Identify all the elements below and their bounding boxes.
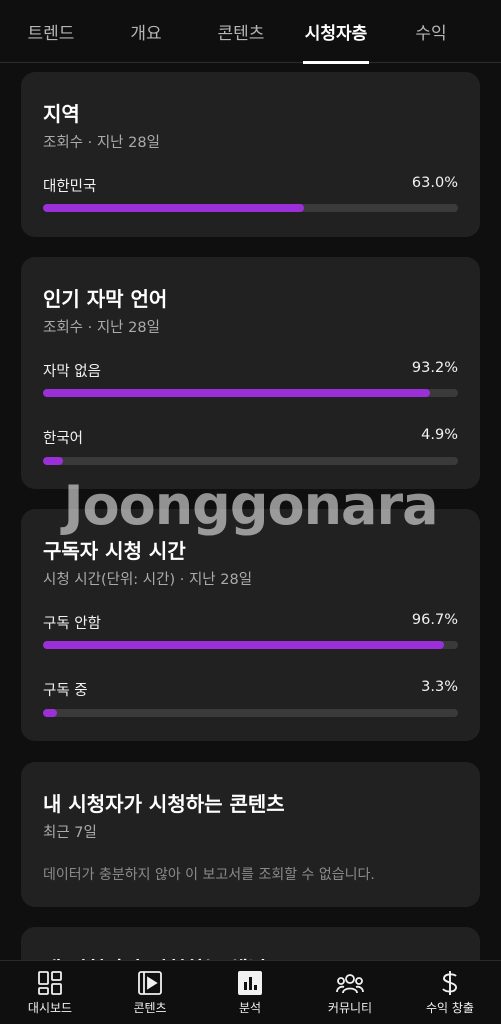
row-label: 구독 안함 [43, 616, 101, 632]
row-value: 4.9% [421, 427, 458, 443]
nav-label: 커뮤니티 [327, 1001, 373, 1015]
progress-fill [43, 641, 445, 649]
card-subtitle: 최근 7일 [43, 825, 97, 841]
tab-label: 콘텐츠 [217, 24, 265, 44]
tab-revenue[interactable]: 수익 [392, 0, 470, 63]
audience-content-card[interactable]: 내 시청자가 시청하는 콘텐츠 최근 7일 데이터가 충분하지 않아 이 보고서… [21, 762, 480, 907]
nav-label: 수익 창출 [426, 1001, 474, 1015]
progress-fill [43, 457, 64, 465]
card-subtitle: 시청 시간(단위: 시간) · 지난 28일 [43, 572, 253, 588]
tab-audience[interactable]: 시청자층 [303, 0, 369, 64]
analytics-icon [236, 970, 264, 996]
nav-dashboard[interactable]: 대시보드 [0, 961, 100, 1024]
progress-fill [43, 204, 305, 212]
tab-label: 수익 [415, 24, 447, 44]
nav-label: 분석 [238, 1001, 262, 1015]
tab-trends[interactable]: 트렌드 [0, 0, 102, 63]
content-icon [136, 970, 164, 996]
progress-fill [43, 709, 57, 717]
nav-label: 대시보드 [27, 1001, 73, 1015]
analytics-page: 트렌드 개요 콘텐츠 시청자층 수익 지역 조회수 · 지난 28일 대한민국 … [0, 0, 501, 1024]
dashboard-icon [36, 970, 64, 996]
nav-community[interactable]: 커뮤니티 [300, 961, 400, 1024]
row-label: 자막 없음 [43, 364, 101, 380]
row-label: 대한민국 [43, 179, 97, 195]
community-icon [336, 970, 364, 996]
row-label: 한국어 [43, 431, 84, 447]
tab-label: 트렌드 [27, 24, 75, 44]
card-title: 인기 자막 언어 [43, 287, 168, 311]
earn-icon [436, 970, 464, 996]
row-value: 3.3% [421, 679, 458, 695]
nav-label: 콘텐츠 [133, 1001, 167, 1015]
nav-analytics[interactable]: 분석 [200, 961, 300, 1024]
progress-bar [43, 457, 458, 465]
tab-bar: 트렌드 개요 콘텐츠 시청자층 수익 [0, 0, 501, 64]
progress-bar [43, 204, 458, 212]
empty-data-message: 데이터가 충분하지 않아 이 보고서를 조회할 수 없습니다. [43, 867, 375, 883]
active-tab-indicator [303, 61, 369, 64]
tab-overview[interactable]: 개요 [98, 0, 194, 63]
region-card[interactable]: 지역 조회수 · 지난 28일 대한민국 63.0% [21, 72, 480, 237]
row-value: 96.7% [411, 612, 458, 628]
progress-bar [43, 709, 458, 717]
bottom-nav: 대시보드 콘텐츠 분석 커뮤니티 수익 창출 [0, 960, 501, 1024]
nav-earn[interactable]: 수익 창출 [400, 961, 500, 1024]
tab-label: 개요 [130, 24, 162, 44]
card-title: 구독자 시청 시간 [43, 539, 186, 563]
subscriber-watchtime-card[interactable]: 구독자 시청 시간 시청 시간(단위: 시간) · 지난 28일 구독 안함 9… [21, 509, 480, 741]
tab-label: 시청자층 [304, 24, 368, 44]
progress-fill [43, 389, 430, 397]
row-value: 63.0% [411, 175, 458, 191]
nav-content[interactable]: 콘텐츠 [100, 961, 200, 1024]
row-value: 93.2% [411, 360, 458, 376]
card-subtitle: 조회수 · 지난 28일 [43, 320, 160, 336]
tab-content[interactable]: 콘텐츠 [194, 0, 288, 63]
progress-bar [43, 389, 458, 397]
row-label: 구독 중 [43, 683, 88, 699]
card-title: 내 시청자가 시청하는 콘텐츠 [43, 792, 285, 816]
card-title: 지역 [43, 102, 80, 126]
subtitle-language-card[interactable]: 인기 자막 언어 조회수 · 지난 28일 자막 없음 93.2% 한국어 4.… [21, 257, 480, 489]
card-subtitle: 조회수 · 지난 28일 [43, 135, 160, 151]
progress-bar [43, 641, 458, 649]
